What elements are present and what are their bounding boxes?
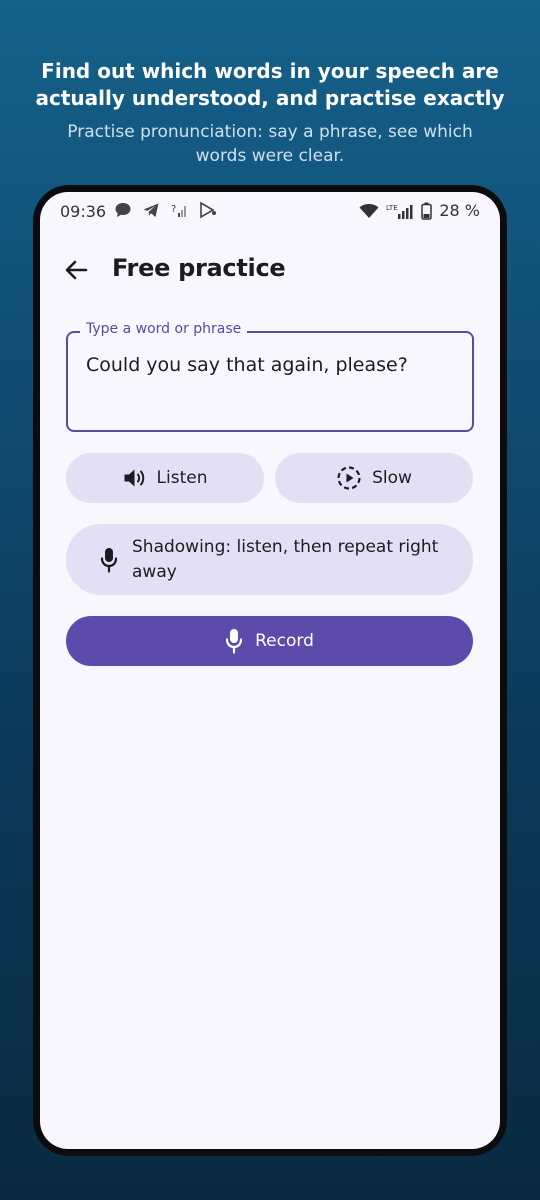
microphone-icon [100,547,118,573]
speaker-icon [123,467,147,489]
slow-label: Slow [372,468,412,488]
telegram-icon [143,203,159,217]
status-left-icons: ? [114,201,218,219]
cell-signal-icon: LTE [386,204,413,219]
promo-subtitle: Practise pronunciation: say a phrase, se… [67,122,473,166]
promo-headline: Find out which words in your speech are … [35,59,505,110]
play-store-icon [200,201,216,219]
record-button[interactable]: Record [66,616,473,666]
shadowing-label: Shadowing: listen, then repeat right awa… [132,536,439,582]
listen-label: Listen [156,468,208,488]
battery-icon [421,202,433,220]
status-right-icons: LTE 28 % [359,201,480,220]
svg-text:?: ? [171,204,176,215]
status-bar: 09:36 ? LTE 28 % [40,192,500,230]
listen-button[interactable]: Listen [66,453,264,503]
signal-question-icon: ? [171,204,186,217]
record-label: Record [255,631,314,651]
battery-percent: 28 % [439,201,480,220]
phone-screen: 09:36 ? LTE 28 % Free practice Type a wo… [40,192,500,1149]
wifi-icon [359,203,379,218]
app-bar: Free practice [40,242,500,298]
slow-motion-icon [336,465,362,491]
network-type-label: LTE [386,204,398,212]
status-time: 09:36 [60,202,107,221]
shadowing-button[interactable]: Shadowing: listen, then repeat right awa… [66,524,473,595]
slow-button[interactable]: Slow [275,453,473,503]
page-title: Free practice [112,254,286,282]
phrase-input-label: Type a word or phrase [80,320,248,338]
microphone-icon [225,628,243,654]
arrow-back-icon[interactable] [62,256,90,284]
phrase-input-value[interactable]: Could you say that again, please? [86,352,456,378]
phrase-input-field[interactable] [66,331,474,432]
chat-bubble-icon [115,203,131,217]
